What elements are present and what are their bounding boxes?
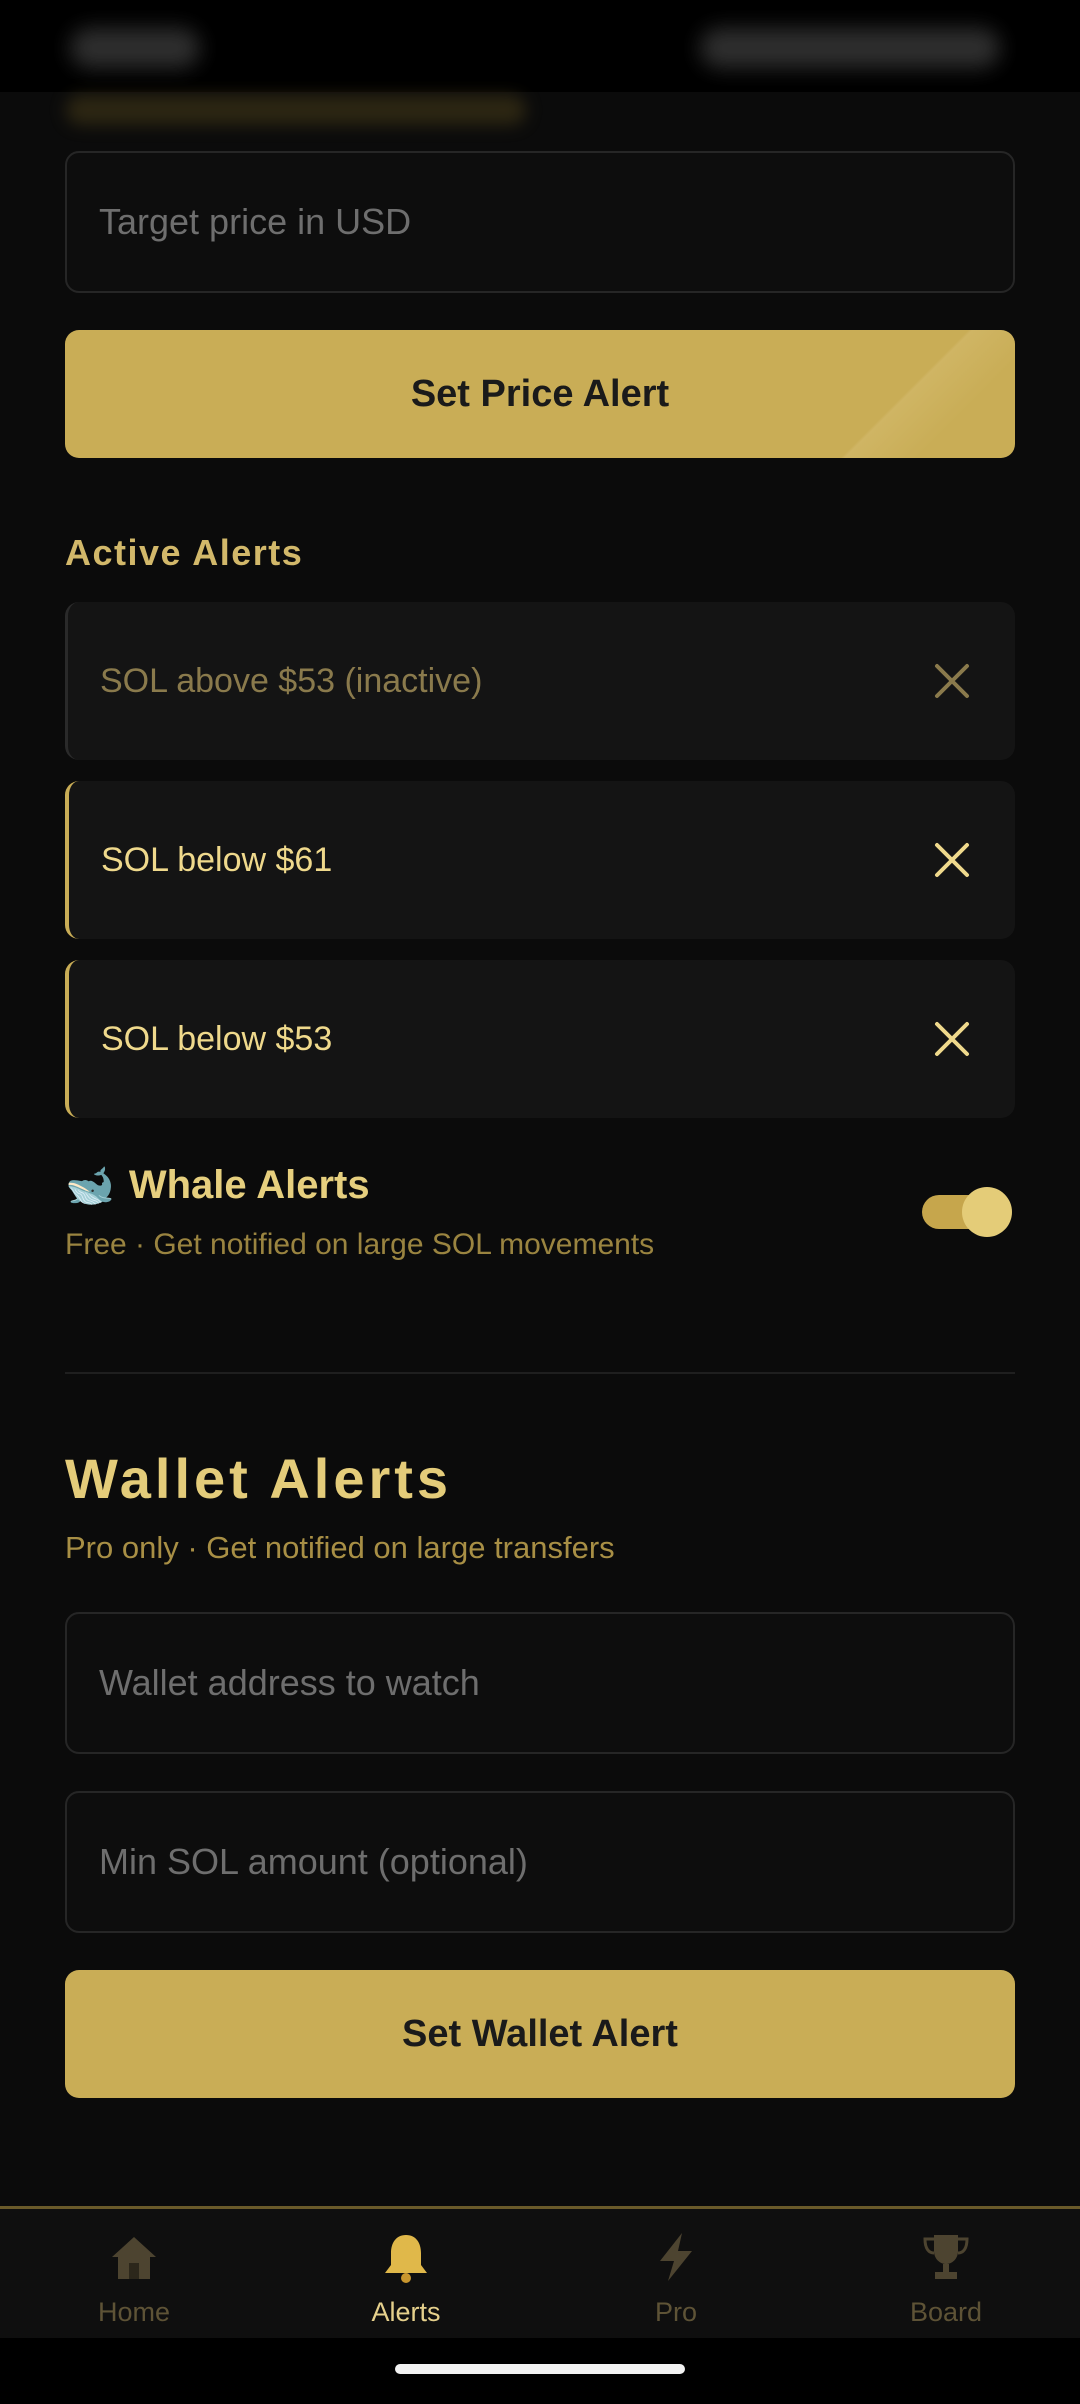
toggle-thumb — [962, 1187, 1012, 1237]
wallet-address-placeholder: Wallet address to watch — [99, 1662, 480, 1703]
whale-icon: 🐋 — [65, 1164, 115, 1208]
bell-icon — [385, 2235, 427, 2283]
wallet-alerts-subtitle: Pro only · Get notified on large transfe… — [65, 1530, 615, 1565]
system-nav-area — [0, 2338, 1080, 2404]
home-icon — [112, 2237, 156, 2279]
bottom-nav: Home Alerts Pro Board — [0, 2206, 1080, 2341]
alert-item-0: SOL above $53 (inactive) — [65, 602, 1015, 760]
close-icon[interactable] — [929, 658, 975, 704]
close-icon[interactable] — [929, 1016, 975, 1062]
whale-alerts-title: 🐋 Whale Alerts — [65, 1162, 370, 1209]
nav-item-alerts[interactable]: Alerts — [306, 2229, 506, 2328]
nav-item-home[interactable]: Home — [34, 2229, 234, 2328]
set-wallet-alert-label: Set Wallet Alert — [402, 2012, 678, 2055]
alert-text: SOL below $61 — [101, 840, 333, 879]
scrolled-offscreen-label — [66, 95, 526, 125]
active-alerts-heading: Active Alerts — [65, 532, 304, 573]
wallet-address-input[interactable]: Wallet address to watch — [65, 1612, 1015, 1754]
nav-label-board: Board — [909, 2297, 983, 2327]
alert-item-1: SOL below $61 — [65, 781, 1015, 939]
wallet-alerts-title: Wallet Alerts — [65, 1447, 453, 1510]
nav-item-board[interactable]: Board — [846, 2229, 1046, 2328]
nav-label-home: Home — [97, 2297, 171, 2327]
divider — [65, 1372, 1015, 1374]
target-price-input[interactable]: Target price in USD — [65, 151, 1015, 293]
whale-alerts-toggle[interactable] — [918, 1187, 1012, 1237]
home-indicator[interactable] — [395, 2364, 685, 2374]
status-bar — [0, 0, 1080, 92]
nav-label-alerts: Alerts — [371, 2297, 441, 2327]
status-time-blurred — [70, 28, 200, 68]
alert-text: SOL below $53 — [101, 1019, 333, 1058]
set-price-alert-button[interactable]: Set Price Alert — [65, 330, 1015, 458]
target-price-placeholder: Target price in USD — [99, 201, 412, 242]
nav-item-pro[interactable]: Pro — [576, 2229, 776, 2328]
whale-alerts-label: Whale Alerts — [128, 1163, 370, 1207]
nav-label-pro: Pro — [654, 2297, 698, 2327]
min-sol-amount-input[interactable]: Min SOL amount (optional) — [65, 1791, 1015, 1933]
alert-item-2: SOL below $53 — [65, 960, 1015, 1118]
alert-text: SOL above $53 (inactive) — [100, 661, 483, 700]
whale-alerts-subtitle: Free · Get notified on large SOL movemen… — [65, 1228, 655, 1261]
close-icon[interactable] — [929, 837, 975, 883]
set-wallet-alert-button[interactable]: Set Wallet Alert — [65, 1970, 1015, 2098]
min-sol-amount-placeholder: Min SOL amount (optional) — [99, 1841, 528, 1882]
lightning-icon — [660, 2233, 692, 2281]
trophy-icon — [923, 2235, 969, 2279]
button-glint — [755, 330, 1015, 458]
status-icons-blurred — [700, 28, 1000, 68]
set-price-alert-label: Set Price Alert — [410, 372, 670, 415]
